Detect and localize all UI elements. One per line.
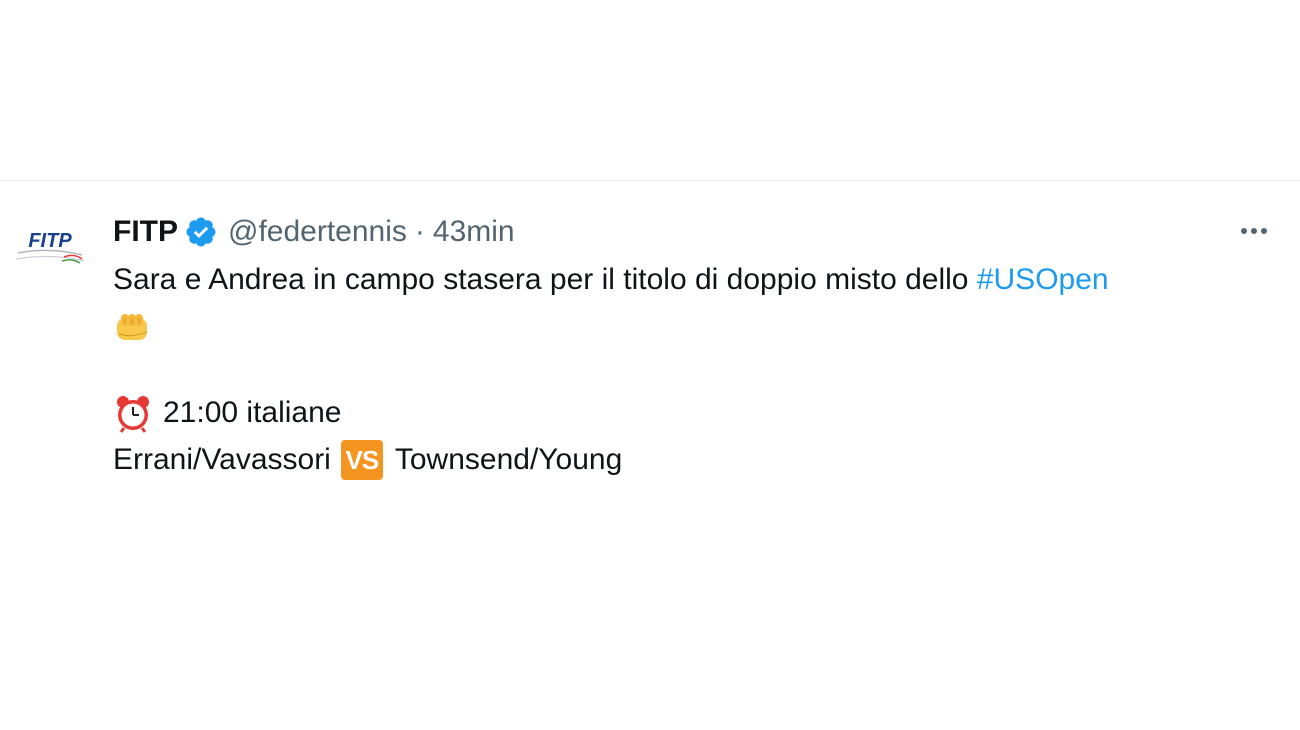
team-2-text: Townsend/Young xyxy=(394,443,623,476)
tweet-text-line-3: 21:00 italiane xyxy=(113,393,341,433)
hashtag-link[interactable]: #USOpen xyxy=(977,263,1109,297)
avatar-logo-text: FITP xyxy=(28,230,72,252)
alarm-clock-icon xyxy=(117,396,149,433)
tweet-text-line-2 xyxy=(113,308,153,348)
vs-badge: VS xyxy=(340,440,383,480)
timestamp[interactable]: 43min xyxy=(433,215,515,249)
more-dots-icon xyxy=(1241,228,1267,234)
tweet-header: FITP @federtennis · 43min xyxy=(113,212,515,252)
display-name[interactable]: FITP xyxy=(113,215,178,249)
verified-badge-icon xyxy=(186,217,216,247)
tweet-text-line-1: Sara e Andrea in campo stasera per il ti… xyxy=(113,260,1109,300)
team-1-text: Errani/Vavassori xyxy=(113,443,331,476)
handle[interactable]: @federtennis xyxy=(228,215,407,249)
tweet-text-line-4: Errani/Vavassori VS Townsend/Young xyxy=(113,440,622,480)
page: FITP FITP @federtennis · 43min Sara e An… xyxy=(0,0,1300,730)
separator-dot: · xyxy=(414,215,425,248)
more-options-button[interactable] xyxy=(1234,216,1274,246)
tweet-text: Sara e Andrea in campo stasera per il ti… xyxy=(113,263,977,296)
fist-bump-icon xyxy=(117,314,148,340)
match-time-text: 21:00 italiane xyxy=(163,396,342,429)
fitp-logo-icon: FITP xyxy=(15,230,85,264)
avatar[interactable]: FITP xyxy=(12,223,88,277)
